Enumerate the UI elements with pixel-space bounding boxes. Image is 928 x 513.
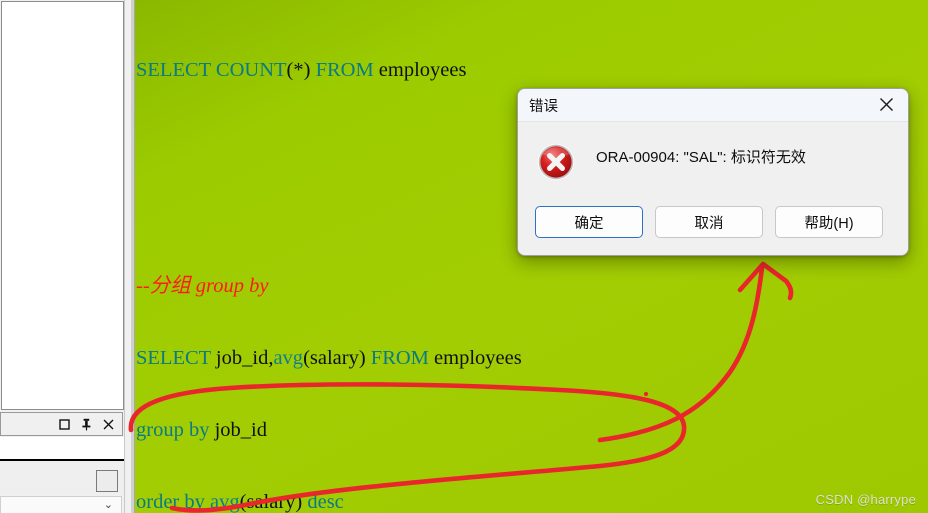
code-line: group by job_id xyxy=(136,419,267,441)
dialog-body: ORA-00904: "SAL": 标识符无效 确定 取消 帮助(H) xyxy=(518,122,908,255)
chevron-down-icon[interactable]: ⌄ xyxy=(104,499,113,511)
dialog-button-row: 确定 取消 帮助(H) xyxy=(535,206,883,238)
code-line-comment: --分组 group by xyxy=(136,275,269,297)
confirm-button[interactable]: 确定 xyxy=(535,206,643,238)
dialog-titlebar[interactable]: 错误 xyxy=(518,89,908,122)
left-panel-button-box[interactable] xyxy=(96,470,118,492)
maximize-icon[interactable] xyxy=(58,418,71,431)
left-panel-blank-area xyxy=(1,1,124,410)
sql-editor[interactable]: SELECT COUNT(*) FROM employees --分组 grou… xyxy=(131,0,928,513)
cancel-button[interactable]: 取消 xyxy=(655,206,763,238)
left-side-panel: ⌄ xyxy=(0,0,131,513)
left-panel-gutter xyxy=(124,0,131,513)
code-content[interactable]: SELECT COUNT(*) FROM employees --分组 grou… xyxy=(135,0,928,513)
left-panel-white-strip xyxy=(0,437,129,459)
error-x-icon xyxy=(536,142,576,182)
close-icon[interactable] xyxy=(102,418,115,431)
code-line: order by avg(salary) desc xyxy=(136,491,344,513)
pin-icon[interactable] xyxy=(80,418,93,431)
dialog-title: 错误 xyxy=(529,98,558,115)
error-dialog[interactable]: 错误 ORA-00904: "SAL": 标识符无效 确定 取消 帮助(H) xyxy=(517,88,909,256)
tool-window-header xyxy=(0,412,123,436)
dialog-message-text: ORA-00904: "SAL": 标识符无效 xyxy=(596,149,806,166)
help-button[interactable]: 帮助(H) xyxy=(775,206,883,238)
code-line: SELECT COUNT(*) FROM employees xyxy=(136,59,467,81)
close-icon[interactable] xyxy=(864,89,908,120)
screen-root: ⌄ SELECT COUNT(*) FROM employees --分组 gr… xyxy=(0,0,928,513)
code-line: SELECT job_id,avg(salary) FROM employees xyxy=(136,347,522,369)
left-panel-dropdown-bar[interactable]: ⌄ xyxy=(0,496,122,513)
csdn-watermark: CSDN @harrype xyxy=(815,492,916,507)
